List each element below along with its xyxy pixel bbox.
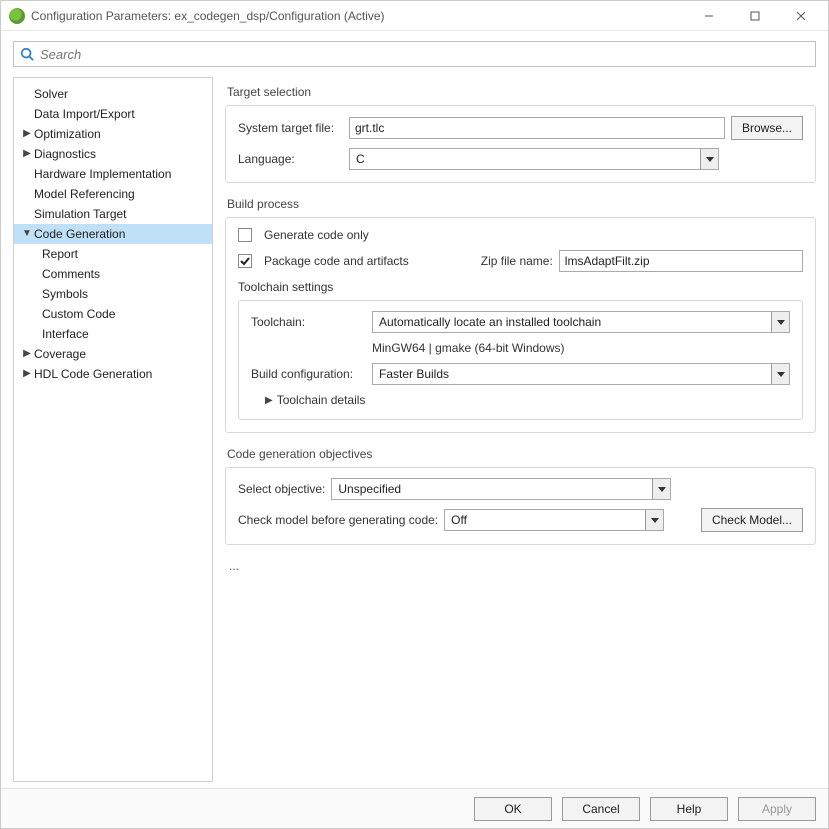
sidebar-item-label: Custom Code	[42, 307, 115, 321]
check-model-value: Off	[445, 510, 645, 530]
sidebar-item-solver[interactable]: Solver	[14, 84, 212, 104]
browse-button[interactable]: Browse...	[731, 116, 803, 140]
sidebar-item-model-referencing[interactable]: Model Referencing	[14, 184, 212, 204]
sidebar-item-label: Solver	[34, 87, 68, 101]
sidebar-item-hardware-implementation[interactable]: Hardware Implementation	[14, 164, 212, 184]
chevron-right-icon: ▶	[20, 369, 34, 379]
sidebar-item-label: Model Referencing	[34, 187, 135, 201]
system-target-file-input[interactable]	[349, 117, 725, 139]
check-model-button[interactable]: Check Model...	[701, 508, 803, 532]
select-objective-select[interactable]: Unspecified	[331, 478, 671, 500]
cancel-button[interactable]: Cancel	[562, 797, 640, 821]
toolchain-label: Toolchain:	[251, 315, 366, 329]
sidebar-item-label: Simulation Target	[34, 207, 127, 221]
code-gen-objectives-group: Select objective: Unspecified Check mode…	[225, 467, 816, 545]
sidebar-item-label: Coverage	[34, 347, 86, 361]
toolchain-details-label: Toolchain details	[277, 393, 366, 407]
toolchain-info: MinGW64 | gmake (64-bit Windows)	[372, 341, 565, 355]
sidebar-item-label: Report	[42, 247, 78, 261]
sidebar-item-label: Hardware Implementation	[34, 167, 171, 181]
config-window: Configuration Parameters: ex_codegen_dsp…	[0, 0, 829, 829]
system-target-file-label: System target file:	[238, 121, 343, 135]
chevron-down-icon	[700, 149, 718, 169]
generate-code-only-checkbox[interactable]	[238, 228, 252, 242]
window-title: Configuration Parameters: ex_codegen_dsp…	[31, 9, 385, 23]
chevron-down-icon	[771, 312, 789, 332]
sidebar-item-symbols[interactable]: Symbols	[14, 284, 212, 304]
build-process-title: Build process	[227, 197, 816, 211]
sidebar-item-coverage[interactable]: ▶Coverage	[14, 344, 212, 364]
zip-file-label: Zip file name:	[481, 254, 553, 268]
select-objective-value: Unspecified	[332, 479, 652, 499]
search-icon	[20, 47, 34, 61]
chevron-down-icon: ▼	[20, 229, 34, 239]
chevron-right-icon: ▶	[20, 149, 34, 159]
check-model-select[interactable]: Off	[444, 509, 664, 531]
package-code-label: Package code and artifacts	[264, 254, 409, 268]
sidebar-item-diagnostics[interactable]: ▶Diagnostics	[14, 144, 212, 164]
language-value: C	[350, 149, 700, 169]
build-config-select[interactable]: Faster Builds	[372, 363, 790, 385]
sidebar-item-optimization[interactable]: ▶Optimization	[14, 124, 212, 144]
help-button[interactable]: Help	[650, 797, 728, 821]
sidebar-item-simulation-target[interactable]: Simulation Target	[14, 204, 212, 224]
build-process-group: Generate code only Package code and arti…	[225, 217, 816, 433]
sidebar-item-label: Data Import/Export	[34, 107, 135, 121]
sidebar-item-report[interactable]: Report	[14, 244, 212, 264]
app-icon	[9, 8, 25, 24]
toolchain-details-expander[interactable]: ▶ Toolchain details	[251, 393, 790, 407]
content-pane: Target selection System target file: Bro…	[213, 77, 816, 782]
dialog-footer: OK Cancel Help Apply	[1, 788, 828, 828]
zip-file-input[interactable]	[559, 250, 803, 272]
toolchain-select[interactable]: Automatically locate an installed toolch…	[372, 311, 790, 333]
more-options-ellipsis[interactable]: ...	[229, 559, 816, 573]
sidebar-item-label: Interface	[42, 327, 89, 341]
sidebar-item-data-import-export[interactable]: Data Import/Export	[14, 104, 212, 124]
sidebar-item-interface[interactable]: Interface	[14, 324, 212, 344]
target-selection-title: Target selection	[227, 85, 816, 99]
build-config-value: Faster Builds	[373, 364, 771, 384]
sidebar-item-label: Optimization	[34, 127, 101, 141]
sidebar-item-label: Diagnostics	[34, 147, 96, 161]
sidebar-item-comments[interactable]: Comments	[14, 264, 212, 284]
chevron-down-icon	[771, 364, 789, 384]
chevron-right-icon: ▶	[265, 395, 273, 406]
toolchain-settings-group: Toolchain: Automatically locate an insta…	[238, 300, 803, 420]
check-model-label: Check model before generating code:	[238, 513, 438, 527]
sidebar: SolverData Import/Export▶Optimization▶Di…	[13, 77, 213, 782]
build-config-label: Build configuration:	[251, 367, 366, 381]
sidebar-item-label: Comments	[42, 267, 100, 281]
toolchain-value: Automatically locate an installed toolch…	[373, 312, 771, 332]
chevron-down-icon	[645, 510, 663, 530]
sidebar-item-label: Code Generation	[34, 227, 125, 241]
titlebar: Configuration Parameters: ex_codegen_dsp…	[1, 1, 828, 31]
apply-button[interactable]: Apply	[738, 797, 816, 821]
chevron-right-icon: ▶	[20, 349, 34, 359]
package-code-checkbox[interactable]	[238, 254, 252, 268]
toolchain-settings-title: Toolchain settings	[238, 280, 803, 294]
chevron-down-icon	[652, 479, 670, 499]
language-select[interactable]: C	[349, 148, 719, 170]
language-label: Language:	[238, 152, 343, 166]
sidebar-item-hdl-code-generation[interactable]: ▶HDL Code Generation	[14, 364, 212, 384]
target-selection-group: System target file: Browse... Language: …	[225, 105, 816, 183]
generate-code-only-label: Generate code only	[264, 228, 369, 242]
chevron-right-icon: ▶	[20, 129, 34, 139]
sidebar-item-label: HDL Code Generation	[34, 367, 152, 381]
maximize-button[interactable]	[732, 1, 778, 31]
ok-button[interactable]: OK	[474, 797, 552, 821]
sidebar-item-custom-code[interactable]: Custom Code	[14, 304, 212, 324]
select-objective-label: Select objective:	[238, 482, 325, 496]
minimize-button[interactable]	[686, 1, 732, 31]
search-bar[interactable]	[13, 41, 816, 67]
close-button[interactable]	[778, 1, 824, 31]
sidebar-item-label: Symbols	[42, 287, 88, 301]
search-input[interactable]	[38, 46, 809, 63]
sidebar-item-code-generation[interactable]: ▼Code Generation	[14, 224, 212, 244]
code-gen-objectives-title: Code generation objectives	[227, 447, 816, 461]
